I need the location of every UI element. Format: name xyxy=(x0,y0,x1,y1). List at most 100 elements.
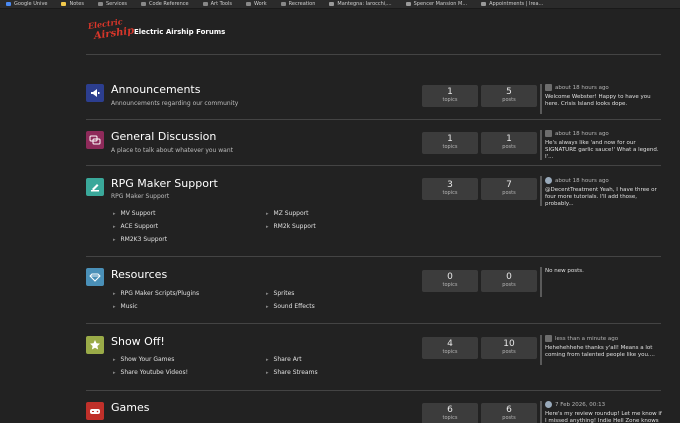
arrow-right-icon: ▸ xyxy=(113,223,116,230)
posts-count: 0 posts xyxy=(481,270,537,292)
subforum-link[interactable]: ▸ Sprites xyxy=(266,290,294,297)
bookmark-appointments[interactable]: Appointments | Irea... xyxy=(481,1,543,7)
last-post-excerpt[interactable]: @DecentTreatment Yeah, I have three or f… xyxy=(545,187,663,208)
header-divider xyxy=(86,54,661,55)
last-post-divider xyxy=(540,267,542,297)
bookmark-mantegna[interactable]: Mantegna: Iarocchi,... xyxy=(329,1,392,7)
bookmark-work[interactable]: Work xyxy=(245,1,267,7)
folder-icon xyxy=(245,2,251,6)
row-divider xyxy=(86,119,661,120)
site-logo[interactable]: Electric Airship xyxy=(87,16,135,48)
bookmark-art-tools[interactable]: Art Tools xyxy=(202,1,232,7)
avatar[interactable] xyxy=(545,130,552,137)
bookmark-notes[interactable]: Notes xyxy=(61,1,84,7)
arrow-right-icon: ▸ xyxy=(113,369,116,376)
page-icon xyxy=(329,2,335,6)
last-post-time: less than a minute ago xyxy=(545,335,618,342)
posts-count: 1 posts xyxy=(481,132,537,154)
folder-icon xyxy=(280,2,286,6)
posts-count: 10 posts xyxy=(481,337,537,359)
bookmark-services[interactable]: Services xyxy=(97,1,127,7)
posts-count: 7 posts xyxy=(481,178,537,200)
arrow-right-icon: ▸ xyxy=(266,369,269,376)
forum-title-show-off[interactable]: Show Off! xyxy=(111,335,165,348)
arrow-right-icon: ▸ xyxy=(266,356,269,363)
topics-count: 1 topics xyxy=(422,132,478,154)
chat-bubbles-icon xyxy=(86,131,104,149)
arrow-right-icon: ▸ xyxy=(113,303,116,310)
tools-icon xyxy=(86,178,104,196)
folder-icon xyxy=(141,2,147,6)
row-divider xyxy=(86,323,661,324)
bookmarks-bar: Google Unive Notes Services Code Referen… xyxy=(0,0,680,9)
posts-count: 5 posts xyxy=(481,85,537,107)
subforum-link[interactable]: ▸ Show Your Games xyxy=(113,356,174,363)
subforum-link[interactable]: ▸ Share Streams xyxy=(266,369,318,376)
bookmark-recreation[interactable]: Recreation xyxy=(280,1,315,7)
forum-title-rpg-maker-support[interactable]: RPG Maker Support xyxy=(111,177,218,190)
folder-icon xyxy=(202,2,208,6)
row-divider xyxy=(86,165,661,166)
diamond-icon xyxy=(86,268,104,286)
topics-count: 4 topics xyxy=(422,337,478,359)
page-icon xyxy=(481,2,487,6)
arrow-right-icon: ▸ xyxy=(266,303,269,310)
arrow-right-icon: ▸ xyxy=(266,290,269,297)
star-icon xyxy=(86,336,104,354)
last-post-excerpt[interactable]: He's always like 'and now for our SIGNAT… xyxy=(545,140,663,161)
avatar[interactable] xyxy=(545,335,552,342)
bookmark-spencer-mansion[interactable]: Spencer Mansion M... xyxy=(405,1,467,7)
last-post-time: about 18 hours ago xyxy=(545,177,609,184)
last-post-excerpt[interactable]: Welcome Webster! Happy to have you here.… xyxy=(545,94,663,108)
last-post-divider xyxy=(540,130,542,160)
last-post-excerpt[interactable]: Here's my review roundup! Let me know if… xyxy=(545,411,663,423)
bookmark-code-reference[interactable]: Code Reference xyxy=(141,1,189,7)
subforum-link[interactable]: ▸ RPG Maker Scripts/Plugins xyxy=(113,290,199,297)
topics-count: 6 topics xyxy=(422,403,478,423)
last-post-excerpt[interactable]: Hehehehhehe thanks y'all! Means a lot co… xyxy=(545,345,663,359)
last-post-divider xyxy=(540,401,542,423)
forum-description: Announcements regarding our community xyxy=(111,100,239,107)
no-new-posts: No new posts. xyxy=(545,268,584,274)
subforum-link[interactable]: ▸ Music xyxy=(113,303,138,310)
forum-title-resources[interactable]: Resources xyxy=(111,268,167,281)
forum-description: RPG Maker Support xyxy=(111,193,170,200)
last-post-divider xyxy=(540,84,542,114)
forum-description: A place to talk about whatever you want xyxy=(111,147,234,154)
row-divider xyxy=(86,256,661,257)
last-post-time: 7 Feb 2026, 00:13 xyxy=(545,401,605,408)
site-title[interactable]: Electric Airship Forums xyxy=(134,28,225,36)
forum-title-announcements[interactable]: Announcements xyxy=(111,83,200,96)
subforum-link[interactable]: ▸ ACE Support xyxy=(113,223,158,230)
arrow-right-icon: ▸ xyxy=(266,210,269,217)
subforum-link[interactable]: ▸ RM2K3 Support xyxy=(113,236,167,243)
gamepad-icon xyxy=(86,402,104,420)
last-post-time: about 18 hours ago xyxy=(545,84,609,91)
avatar[interactable] xyxy=(545,84,552,91)
row-divider xyxy=(86,390,661,391)
topics-count: 0 topics xyxy=(422,270,478,292)
subforum-link[interactable]: ▸ Share Youtube Videos! xyxy=(113,369,188,376)
posts-count: 6 posts xyxy=(481,403,537,423)
subforum-link[interactable]: ▸ Sound Effects xyxy=(266,303,315,310)
folder-icon xyxy=(61,2,67,6)
last-post-time: about 18 hours ago xyxy=(545,130,609,137)
avatar[interactable] xyxy=(545,177,552,184)
subforum-link[interactable]: ▸ RM2k Support xyxy=(266,223,316,230)
last-post-divider xyxy=(540,335,542,365)
arrow-right-icon: ▸ xyxy=(113,210,116,217)
forum-title-games[interactable]: Games xyxy=(111,401,149,414)
megaphone-icon xyxy=(86,84,104,102)
topics-count: 3 topics xyxy=(422,178,478,200)
arrow-right-icon: ▸ xyxy=(113,290,116,297)
arrow-right-icon: ▸ xyxy=(266,223,269,230)
page-icon xyxy=(405,2,411,6)
subforum-link[interactable]: ▸ Share Art xyxy=(266,356,302,363)
bookmark-google[interactable]: Google Unive xyxy=(6,1,47,7)
subforum-link[interactable]: ▸ MZ Support xyxy=(266,210,308,217)
forum-title-general-discussion[interactable]: General Discussion xyxy=(111,130,216,143)
folder-icon xyxy=(6,2,11,6)
avatar[interactable] xyxy=(545,401,552,408)
last-post-divider xyxy=(540,176,542,206)
subforum-link[interactable]: ▸ MV Support xyxy=(113,210,155,217)
